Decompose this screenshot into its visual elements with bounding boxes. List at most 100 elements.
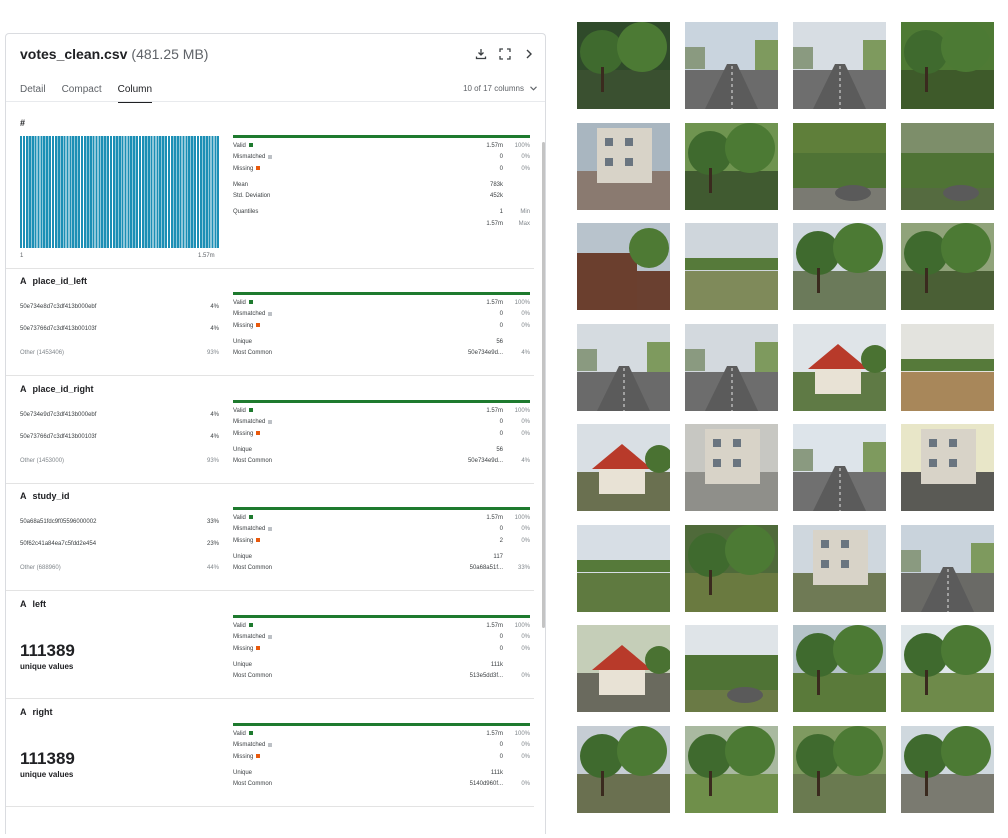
street-view-photo[interactable] [685,424,778,511]
value-row: 50e73766d7c3df413b00103f 4% [20,434,219,440]
download-icon[interactable] [475,47,489,61]
street-view-photo[interactable] [577,22,670,109]
value-row: 50e734e9d7c3df413b000ebf 4% [20,412,219,418]
valid-swatch [248,300,253,305]
missing-value: 0 [499,430,503,437]
street-view-photo[interactable] [685,625,778,712]
column-name-text: left [32,599,47,609]
valid-value: 1.57m [486,300,503,306]
street-view-photo[interactable] [793,122,886,210]
street-view-photo[interactable] [685,524,778,612]
street-view-photo[interactable] [685,22,778,109]
street-view-photo[interactable] [901,625,994,712]
street-view-photo[interactable] [577,323,670,411]
value-pct: 4% [210,434,219,440]
street-view-photo[interactable] [577,625,670,712]
histogram-min-label: 1 [20,253,24,259]
value-row-other: Other (1453000) 93% [20,458,219,464]
mismatched-pct: 0% [521,526,530,533]
fullscreen-icon[interactable] [499,47,513,61]
missing-label: Missing [233,645,254,652]
value-row: 50f62c41a84ea7c5fdd2e454 23% [20,541,219,547]
value-label: Other (1453000) [20,458,65,464]
street-view-photo[interactable] [685,122,778,210]
column-name-text: study_id [32,491,70,501]
column-stats: Valid 1.57m 100% Mismatched 0 0% Missing 0 0% … [233,723,530,792]
column-name: Astudy_id [20,491,70,501]
street-view-photo[interactable] [793,725,886,813]
most-common-label: Most Common [233,565,273,572]
valid-label: Valid [233,143,246,149]
quantile-max-value: 1.57m [486,220,503,227]
value-label: 50e73766d7c3df413b00103f [20,434,97,440]
missing-swatch [256,323,261,328]
string-type-icon: A [20,599,27,609]
unique-value: 56 [496,446,503,453]
mismatched-pct: 0% [521,419,530,426]
valid-swatch [248,623,253,628]
street-view-photo[interactable] [793,323,886,411]
column-stats: Valid 1.57m 100% Mismatched 0 0% Missing 2 0% … [233,507,530,576]
header-actions [475,47,537,61]
street-view-photo[interactable] [577,424,670,511]
quantile-min-value: 1 [499,209,503,216]
street-view-photo[interactable] [901,22,994,109]
street-view-photo[interactable] [577,223,670,310]
valid-label: Valid [233,731,246,737]
street-view-photo[interactable] [793,223,886,310]
column-selector[interactable]: 10 of 17 columns [463,84,537,93]
street-view-photo[interactable] [685,223,778,310]
value-row-other: Other (688960) 44% [20,565,219,571]
street-view-photo[interactable] [793,625,886,712]
chevron-right-icon[interactable] [523,47,537,61]
unique-count: 111389 [20,641,75,660]
street-view-photo[interactable] [901,323,994,411]
street-view-photo[interactable] [685,323,778,411]
value-label: Other (1453406) [20,350,65,356]
street-view-photo[interactable] [685,725,778,813]
value-label: Other (688960) [20,565,61,571]
missing-label: Missing [233,165,254,172]
scrollbar[interactable] [542,142,545,628]
column-selector-label: 10 of 17 columns [463,84,524,93]
column-stats: Valid 1.57m 100% Mismatched 0 0% Missing 0 0% … [233,400,530,469]
column-stats: Valid 1.57m 100% Mismatched 0 0% Missing 0 0% … [233,135,530,232]
street-view-photo[interactable] [577,524,670,612]
street-view-photo[interactable] [793,22,886,109]
most-common-label: Most Common [233,673,273,680]
column-stats: Valid 1.57m 100% Mismatched 0 0% Missing 0 0% … [233,292,530,361]
unique-value: 111k [490,661,503,668]
column-name: Aleft [20,599,46,609]
mismatched-value: 0 [499,526,503,533]
most-common-label: Most Common [233,781,273,788]
street-view-photo[interactable] [577,725,670,813]
mismatched-swatch [268,634,273,639]
column-name: Aplace_id_left [20,276,87,286]
unique-value: 111k [490,769,503,776]
street-view-photo[interactable] [793,524,886,612]
missing-value: 0 [499,322,503,329]
value-label: 50e73766d7c3df413b00103f [20,326,97,332]
histogram [20,136,219,248]
street-view-photo[interactable] [577,122,670,210]
column-name: Aplace_id_right [20,384,94,394]
missing-label: Missing [233,537,254,544]
value-pct: 4% [210,412,219,418]
valid-pct: 100% [514,515,530,521]
valid-swatch [248,143,253,148]
street-view-photo[interactable] [901,122,994,210]
unique-value: 117 [493,553,503,560]
street-view-photo[interactable] [901,223,994,310]
missing-pct: 0% [521,645,530,652]
tab-divider [6,101,545,102]
street-view-photo[interactable] [901,424,994,511]
missing-swatch [256,166,261,171]
street-view-photo[interactable] [901,524,994,612]
mismatched-label: Mismatched [233,419,266,426]
mismatched-label: Mismatched [233,634,266,641]
file-name: votes_clean.csv [20,46,128,62]
valid-pct: 100% [514,623,530,629]
street-view-photo[interactable] [793,424,886,511]
missing-label: Missing [233,322,254,329]
street-view-photo[interactable] [901,725,994,813]
